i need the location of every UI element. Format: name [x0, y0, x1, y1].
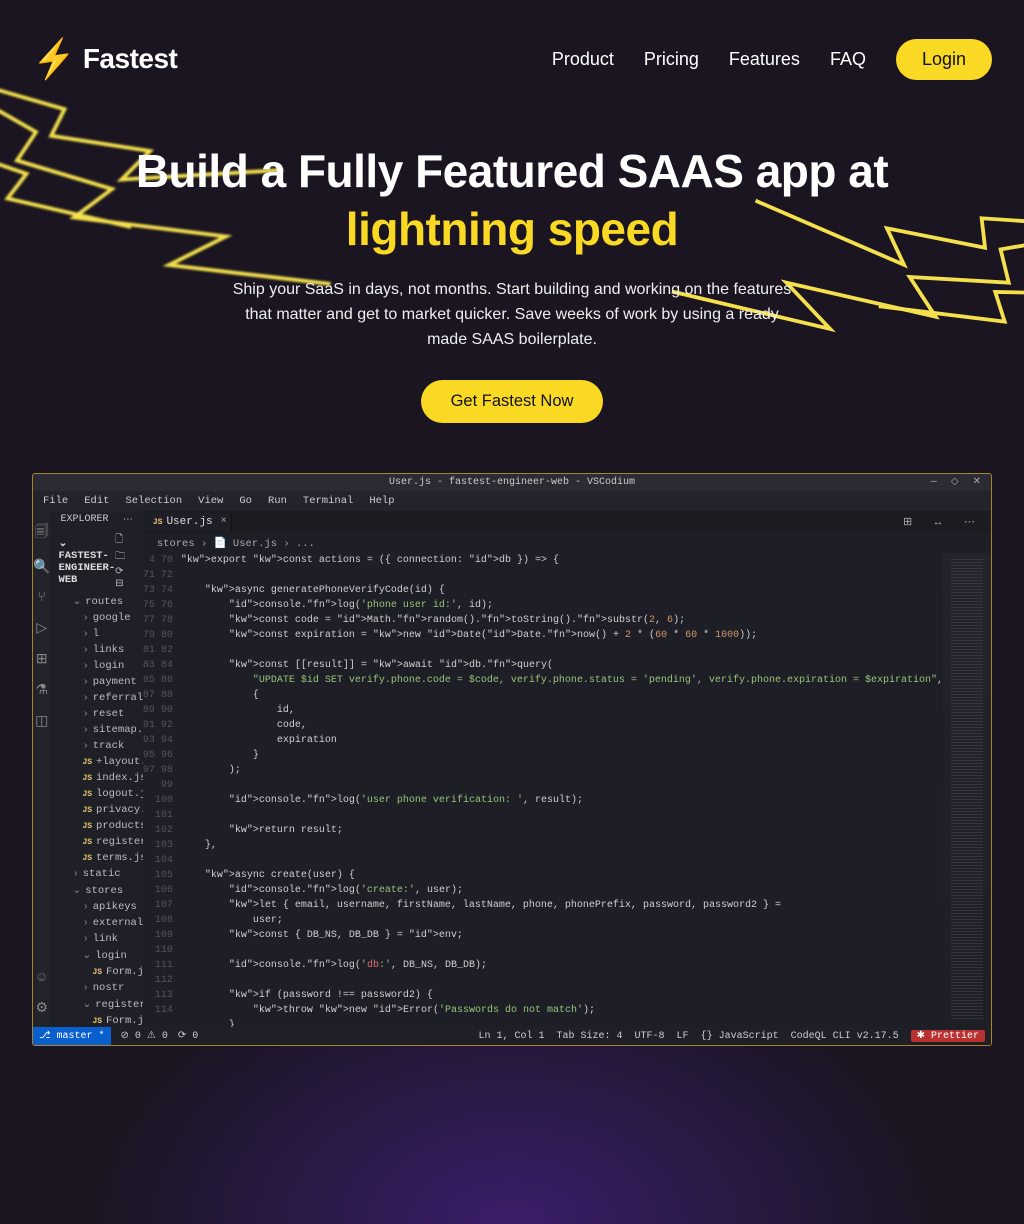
status-radio[interactable]: ⟳ 0 [178, 1030, 198, 1042]
menu-selection[interactable]: Selection [125, 495, 182, 507]
bolt-icon: ⚡ [29, 35, 79, 83]
extensions-icon[interactable]: ⊞ [36, 651, 48, 668]
tag-icon[interactable]: ◫ [35, 713, 48, 730]
brand-name: Fastest [83, 43, 178, 75]
status-lang[interactable]: {} JavaScript [701, 1031, 779, 1042]
nav-pricing[interactable]: Pricing [644, 49, 699, 70]
tree-folder-external[interactable]: external [50, 915, 142, 931]
window-controls[interactable]: — ◇ ✕ [931, 476, 985, 488]
tree-folder-login[interactable]: login [50, 947, 142, 964]
tree-folder-routes[interactable]: routes [50, 593, 142, 610]
line-gutter: 4 70 71 72 73 74 75 76 77 78 79 80 81 82… [143, 553, 181, 1027]
tree-folder-link[interactable]: link [50, 931, 142, 947]
tree-file-form-js[interactable]: Form.js [50, 964, 142, 980]
status-encoding[interactable]: UTF-8 [635, 1031, 665, 1042]
tree-file--layout-js[interactable]: +layout.js [50, 754, 142, 770]
minimap[interactable] [943, 553, 991, 1027]
gear-icon[interactable]: ⚙ [35, 1000, 48, 1017]
activity-bar[interactable]: 🗐 🔍 ⑂ ▷ ⊞ ⚗ ◫ ☺ ⚙ [33, 511, 50, 1027]
tab-userjs[interactable]: JSUser.js × [143, 513, 232, 531]
tree-file-products-js[interactable]: products.js [50, 818, 142, 834]
explorer-label: EXPLORER [60, 514, 108, 526]
tree-file-index-js[interactable]: index.js [50, 770, 142, 786]
cta-button[interactable]: Get Fastest Now [421, 380, 604, 423]
hero-line2: lightning speed [346, 203, 678, 255]
files-icon[interactable]: 🗐 [35, 521, 49, 545]
editor-menubar[interactable]: File Edit Selection View Go Run Terminal Help [33, 491, 991, 511]
tree-folder-stores[interactable]: stores [50, 882, 142, 899]
status-diagnostics[interactable]: ⊘ 0 ⚠ 0 [121, 1030, 168, 1042]
menu-view[interactable]: View [198, 495, 223, 507]
tree-folder-sitemap-xml[interactable]: sitemap.xml [50, 722, 142, 738]
tab-toolbar[interactable]: ⊞ ↔ ⋯ [903, 515, 991, 529]
menu-help[interactable]: Help [369, 495, 394, 507]
status-codeql[interactable]: CodeQL CLI v2.17.5 [791, 1031, 899, 1042]
search-icon[interactable]: 🔍 [33, 559, 50, 576]
hero-sub: Ship your SaaS in days, not months. Star… [232, 278, 792, 352]
tree-folder-google[interactable]: google [50, 610, 142, 626]
explorer-sidebar[interactable]: EXPLORER ⋯ ⌄ FASTEST-ENGINEER-WEB 🗋 🗀 ⟳ … [50, 511, 142, 1027]
status-eol[interactable]: LF [677, 1031, 689, 1042]
project-name: FASTEST-ENGINEER-WEB [58, 550, 115, 586]
tree-folder-static[interactable]: static [50, 866, 142, 882]
editor-title-text: User.js - fastest-engineer-web - VSCodiu… [389, 477, 635, 488]
menu-run[interactable]: Run [268, 495, 287, 507]
nav-faq[interactable]: FAQ [830, 49, 866, 70]
project-toolbar[interactable]: 🗋 🗀 ⟳ ⊟ [115, 532, 135, 590]
account-icon[interactable]: ☺ [38, 970, 46, 986]
tree-folder-nostr[interactable]: nostr [50, 980, 142, 996]
debug-icon[interactable]: ▷ [36, 620, 47, 637]
nav-features[interactable]: Features [729, 49, 800, 70]
tree-file-register-js[interactable]: register.js [50, 834, 142, 850]
editor-screenshot: User.js - fastest-engineer-web - VSCodiu… [32, 473, 992, 1046]
menu-edit[interactable]: Edit [84, 495, 109, 507]
hero-line1: Build a Fully Featured SAAS app at [136, 145, 888, 197]
tree-folder-register[interactable]: register [50, 996, 142, 1013]
breadcrumb[interactable]: stores › 📄 User.js › ... [143, 533, 991, 553]
tree-folder-l[interactable]: l [50, 626, 142, 642]
nav-product[interactable]: Product [552, 49, 614, 70]
tree-file-terms-js[interactable]: terms.js [50, 850, 142, 866]
menu-go[interactable]: Go [239, 495, 252, 507]
status-prettier[interactable]: ✱ Prettier [911, 1030, 985, 1042]
code-view[interactable]: "kw">export "kw">const actions = ({ conn… [181, 553, 943, 1027]
more-icon[interactable]: ⋯ [123, 514, 133, 526]
status-bar[interactable]: ⎇ master * ⊘ 0 ⚠ 0 ⟳ 0 Ln 1, Col 1 Tab S… [33, 1027, 991, 1045]
tree-file-privacy-js[interactable]: privacy.js [50, 802, 142, 818]
status-tabsize[interactable]: Tab Size: 4 [557, 1031, 623, 1042]
tree-folder-login[interactable]: login [50, 658, 142, 674]
menu-terminal[interactable]: Terminal [303, 495, 353, 507]
tree-folder-payment[interactable]: payment [50, 674, 142, 690]
close-icon[interactable]: × [221, 516, 227, 527]
menu-file[interactable]: File [43, 495, 68, 507]
editor-titlebar: User.js - fastest-engineer-web - VSCodiu… [33, 474, 991, 491]
scm-icon[interactable]: ⑂ [38, 590, 46, 606]
hero-heading: Build a Fully Featured SAAS app at light… [60, 143, 964, 258]
beaker-icon[interactable]: ⚗ [35, 682, 48, 699]
tree-folder-links[interactable]: links [50, 642, 142, 658]
tree-folder-track[interactable]: track [50, 738, 142, 754]
status-ln[interactable]: Ln 1, Col 1 [479, 1031, 545, 1042]
login-button[interactable]: Login [896, 39, 992, 80]
tree-file-logout-js[interactable]: logout.js [50, 786, 142, 802]
status-branch[interactable]: ⎇ master * [33, 1027, 111, 1045]
tree-folder-reset[interactable]: reset [50, 706, 142, 722]
tree-file-form-js[interactable]: Form.js [50, 1013, 142, 1027]
tree-folder-referral[interactable]: referral [50, 690, 142, 706]
tree-folder-apikeys[interactable]: apikeys [50, 899, 142, 915]
brand-logo[interactable]: ⚡ Fastest [32, 38, 177, 80]
